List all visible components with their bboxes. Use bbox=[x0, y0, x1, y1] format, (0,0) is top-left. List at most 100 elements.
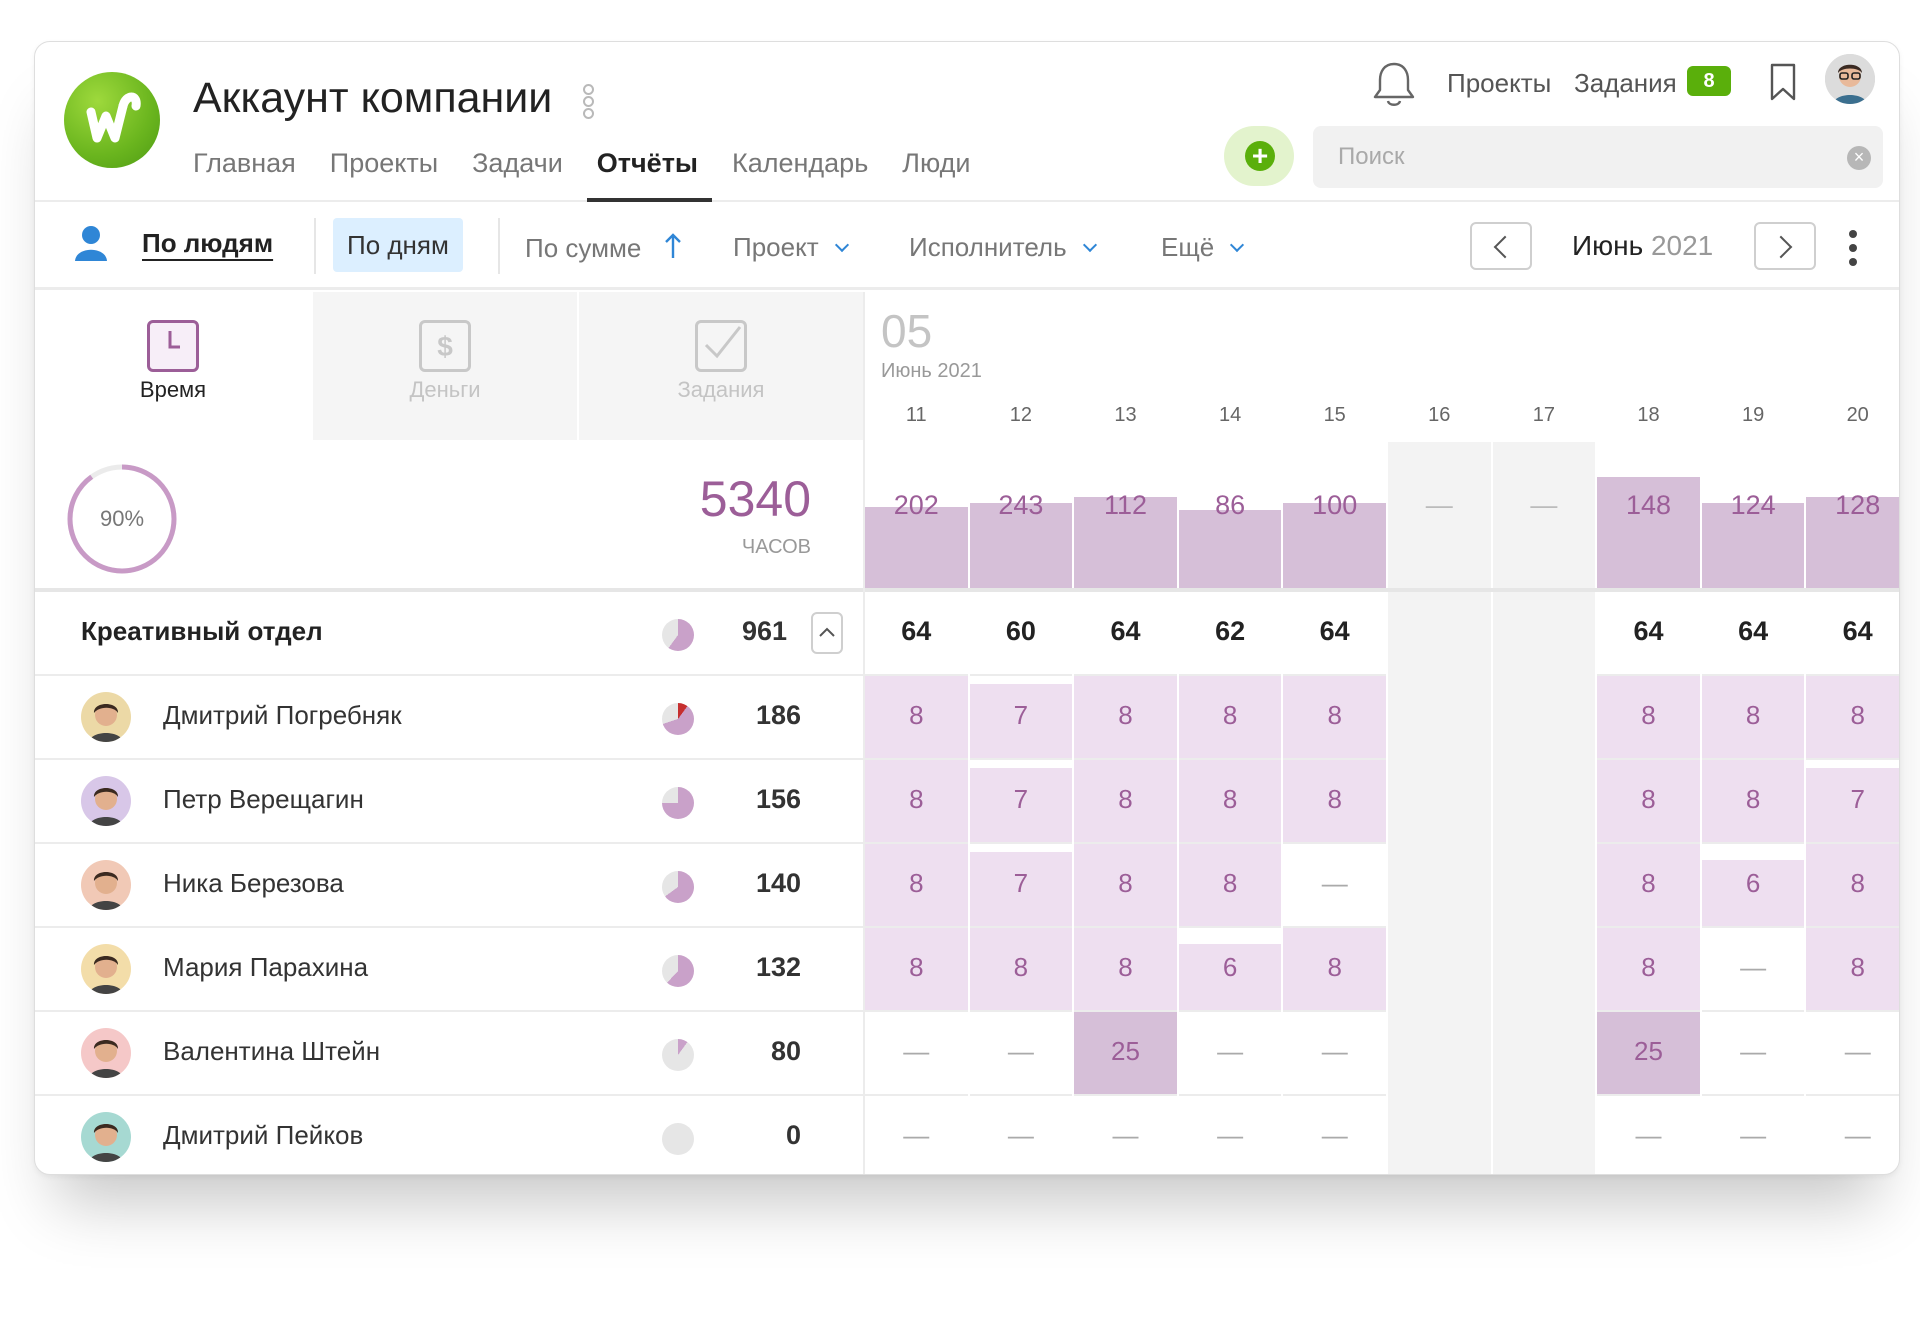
header-tasks-link[interactable]: Задания bbox=[1574, 68, 1677, 99]
company-logo[interactable] bbox=[64, 72, 160, 168]
hours-value: 8 bbox=[1641, 784, 1656, 814]
hours-value: — bbox=[1217, 1120, 1244, 1150]
project-filter-label: Проект bbox=[733, 232, 819, 262]
hours-value: — bbox=[1112, 1120, 1139, 1150]
total-hours-unit: ЧАСОВ bbox=[741, 536, 811, 558]
hours-value: 8 bbox=[1118, 700, 1133, 730]
person-name: Ника Березова bbox=[163, 868, 344, 898]
dollar-icon: $ bbox=[419, 320, 471, 372]
day-number: 16 bbox=[1428, 404, 1451, 426]
person-row[interactable]: Петр Верещагин 156 bbox=[35, 760, 865, 844]
day-number: 17 bbox=[1532, 404, 1556, 426]
hours-value: — bbox=[1007, 1120, 1034, 1150]
header-projects-link[interactable]: Проекты bbox=[1447, 68, 1551, 99]
group-by-people[interactable]: По людям bbox=[142, 228, 273, 259]
person-name: Дмитрий Погребняк bbox=[163, 700, 402, 730]
more-filter[interactable]: Ещё bbox=[1161, 232, 1245, 263]
person-row[interactable]: Мария Парахина 132 bbox=[35, 928, 865, 1012]
more-options-icon[interactable] bbox=[1849, 230, 1857, 272]
day-total-value: 100 bbox=[1312, 490, 1358, 520]
hours-value: 6 bbox=[1745, 868, 1761, 898]
sort-label: По сумме bbox=[525, 233, 642, 263]
day-number: 18 bbox=[1637, 404, 1660, 426]
group-total: 961 bbox=[741, 616, 787, 646]
group-day-value: 64 bbox=[1319, 616, 1350, 646]
person-name: Мария Парахина bbox=[163, 952, 369, 982]
clear-search-icon[interactable]: × bbox=[1847, 146, 1871, 170]
person-name: Дмитрий Пейков bbox=[163, 1120, 364, 1150]
group-day-value: 64 bbox=[1633, 616, 1664, 646]
search-input[interactable] bbox=[1313, 126, 1883, 188]
hours-value: 8 bbox=[1327, 700, 1342, 730]
avatar bbox=[81, 860, 131, 910]
hours-value: — bbox=[1740, 952, 1767, 982]
day-number: 12 bbox=[1009, 404, 1033, 426]
hours-value: — bbox=[1217, 1036, 1244, 1066]
nav-reports[interactable]: Отчёты bbox=[586, 150, 713, 202]
person-row[interactable]: Дмитрий Пейков 0 bbox=[35, 1096, 865, 1174]
person-name: Петр Верещагин bbox=[163, 784, 364, 814]
weekend-column bbox=[1388, 442, 1491, 1174]
tab-time[interactable]: Время bbox=[35, 292, 311, 440]
add-button[interactable]: + bbox=[1224, 126, 1294, 186]
person-pie-icon bbox=[662, 703, 694, 735]
assignee-filter[interactable]: Исполнитель bbox=[909, 232, 1097, 263]
hours-value: 8 bbox=[1118, 784, 1133, 814]
hours-value: — bbox=[903, 1036, 930, 1066]
chevron-up-icon bbox=[819, 627, 835, 637]
sort-by-sum[interactable]: По сумме bbox=[525, 232, 683, 264]
day-number: 20 bbox=[1846, 404, 1869, 426]
avatar bbox=[81, 944, 131, 994]
hours-value: — bbox=[1740, 1036, 1767, 1066]
bookmark-icon[interactable] bbox=[1769, 62, 1797, 107]
person-total: 0 bbox=[785, 1120, 801, 1150]
tab-tasks[interactable]: Задания bbox=[579, 292, 863, 440]
avatar bbox=[81, 1112, 131, 1162]
project-filter[interactable]: Проект bbox=[733, 232, 849, 263]
day-total-bar bbox=[1178, 510, 1282, 588]
tab-time-label: Время bbox=[139, 377, 207, 402]
hours-value: 7 bbox=[1850, 784, 1865, 814]
hours-value: 8 bbox=[1222, 784, 1238, 814]
day-total-value: 128 bbox=[1835, 490, 1881, 520]
day-total-value: 243 bbox=[998, 490, 1044, 520]
group-row[interactable]: Креативный отдел 961 bbox=[35, 592, 865, 676]
week-number: 05 bbox=[881, 305, 933, 357]
hours-value: 8 bbox=[1850, 700, 1865, 730]
next-month-button[interactable] bbox=[1754, 222, 1816, 270]
nav-home[interactable]: Главная bbox=[193, 150, 296, 202]
person-row[interactable]: Валентина Штейн 80 bbox=[35, 1012, 865, 1096]
person-name: Валентина Штейн bbox=[163, 1036, 381, 1066]
person-total: 80 bbox=[770, 1036, 801, 1066]
group-day-value: 62 bbox=[1215, 616, 1246, 646]
person-row[interactable]: Дмитрий Погребняк 186 bbox=[35, 676, 865, 760]
collapse-group-button[interactable] bbox=[811, 612, 843, 654]
hours-value: — bbox=[1007, 1036, 1034, 1066]
day-total-value: — bbox=[1425, 490, 1453, 520]
user-avatar[interactable] bbox=[1825, 54, 1875, 104]
person-pie-icon bbox=[662, 787, 694, 819]
tab-money[interactable]: $ Деньги bbox=[313, 292, 577, 440]
hours-value: 8 bbox=[909, 700, 924, 730]
person-row[interactable]: Ника Березова 140 bbox=[35, 844, 865, 928]
plus-icon: + bbox=[1245, 141, 1275, 171]
group-day-value: 64 bbox=[901, 616, 932, 646]
bell-icon[interactable] bbox=[1371, 60, 1417, 113]
main-nav: Главная Проекты Задачи Отчёты Календарь … bbox=[193, 150, 1004, 202]
nav-projects[interactable]: Проекты bbox=[330, 150, 438, 202]
report-toolbar: По людям По дням По сумме Проект Исполни… bbox=[35, 204, 1899, 290]
group-by-days[interactable]: По дням bbox=[333, 218, 463, 272]
nav-people[interactable]: Люди bbox=[902, 150, 970, 202]
app-window: Аккаунт компании Главная Проекты Задачи … bbox=[34, 41, 1900, 1175]
nav-calendar[interactable]: Календарь bbox=[732, 150, 868, 202]
more-filter-label: Ещё bbox=[1161, 232, 1215, 262]
title-menu-icon[interactable] bbox=[583, 84, 597, 122]
hours-value: — bbox=[1844, 1036, 1871, 1066]
person-total: 156 bbox=[755, 784, 801, 814]
nav-tasks[interactable]: Задачи bbox=[472, 150, 563, 202]
person-total: 186 bbox=[755, 700, 801, 730]
hours-value: 8 bbox=[909, 868, 924, 898]
group-day-value: 60 bbox=[1005, 616, 1036, 646]
prev-month-button[interactable] bbox=[1470, 222, 1532, 270]
page-title: Аккаунт компании bbox=[193, 74, 553, 122]
